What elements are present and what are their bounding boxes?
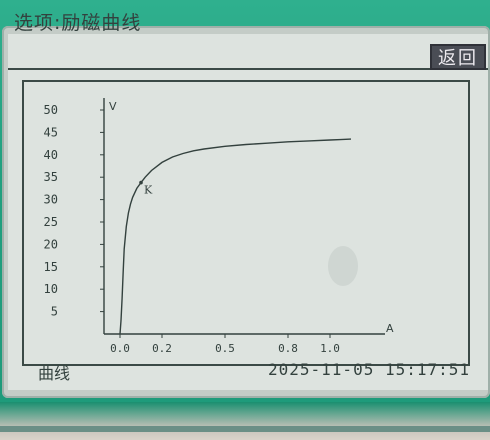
y-tick-label: 45 bbox=[44, 125, 58, 139]
y-tick-label: 20 bbox=[44, 237, 58, 251]
y-tick-label: 40 bbox=[44, 148, 58, 162]
x-axis-label: A bbox=[386, 322, 394, 335]
screen-glare bbox=[328, 246, 358, 286]
x-tick-label: 1.0 bbox=[320, 342, 340, 355]
y-axis-label: V bbox=[109, 100, 117, 113]
y-tick-label: 10 bbox=[44, 282, 58, 296]
x-tick-label: 0.5 bbox=[215, 342, 235, 355]
y-tick-label: 30 bbox=[44, 193, 58, 207]
x-tick-label: 0.2 bbox=[152, 342, 172, 355]
x-tick-label: 0.8 bbox=[278, 342, 298, 355]
excitation-curve-line bbox=[119, 138, 352, 335]
y-tick-label: 25 bbox=[44, 215, 58, 229]
status-label: 曲线 bbox=[38, 364, 71, 383]
y-tick-label: 5 bbox=[51, 305, 58, 319]
y-tick-label: 50 bbox=[44, 103, 58, 117]
x-tick-label: 0.0 bbox=[110, 342, 130, 355]
knee-point-label: K bbox=[144, 184, 153, 197]
status-datetime: 2025-11-05 15:17:51 bbox=[268, 360, 471, 379]
y-tick-label: 35 bbox=[44, 170, 58, 184]
knee-point-marker bbox=[139, 180, 143, 185]
y-tick-label: 15 bbox=[44, 260, 58, 274]
